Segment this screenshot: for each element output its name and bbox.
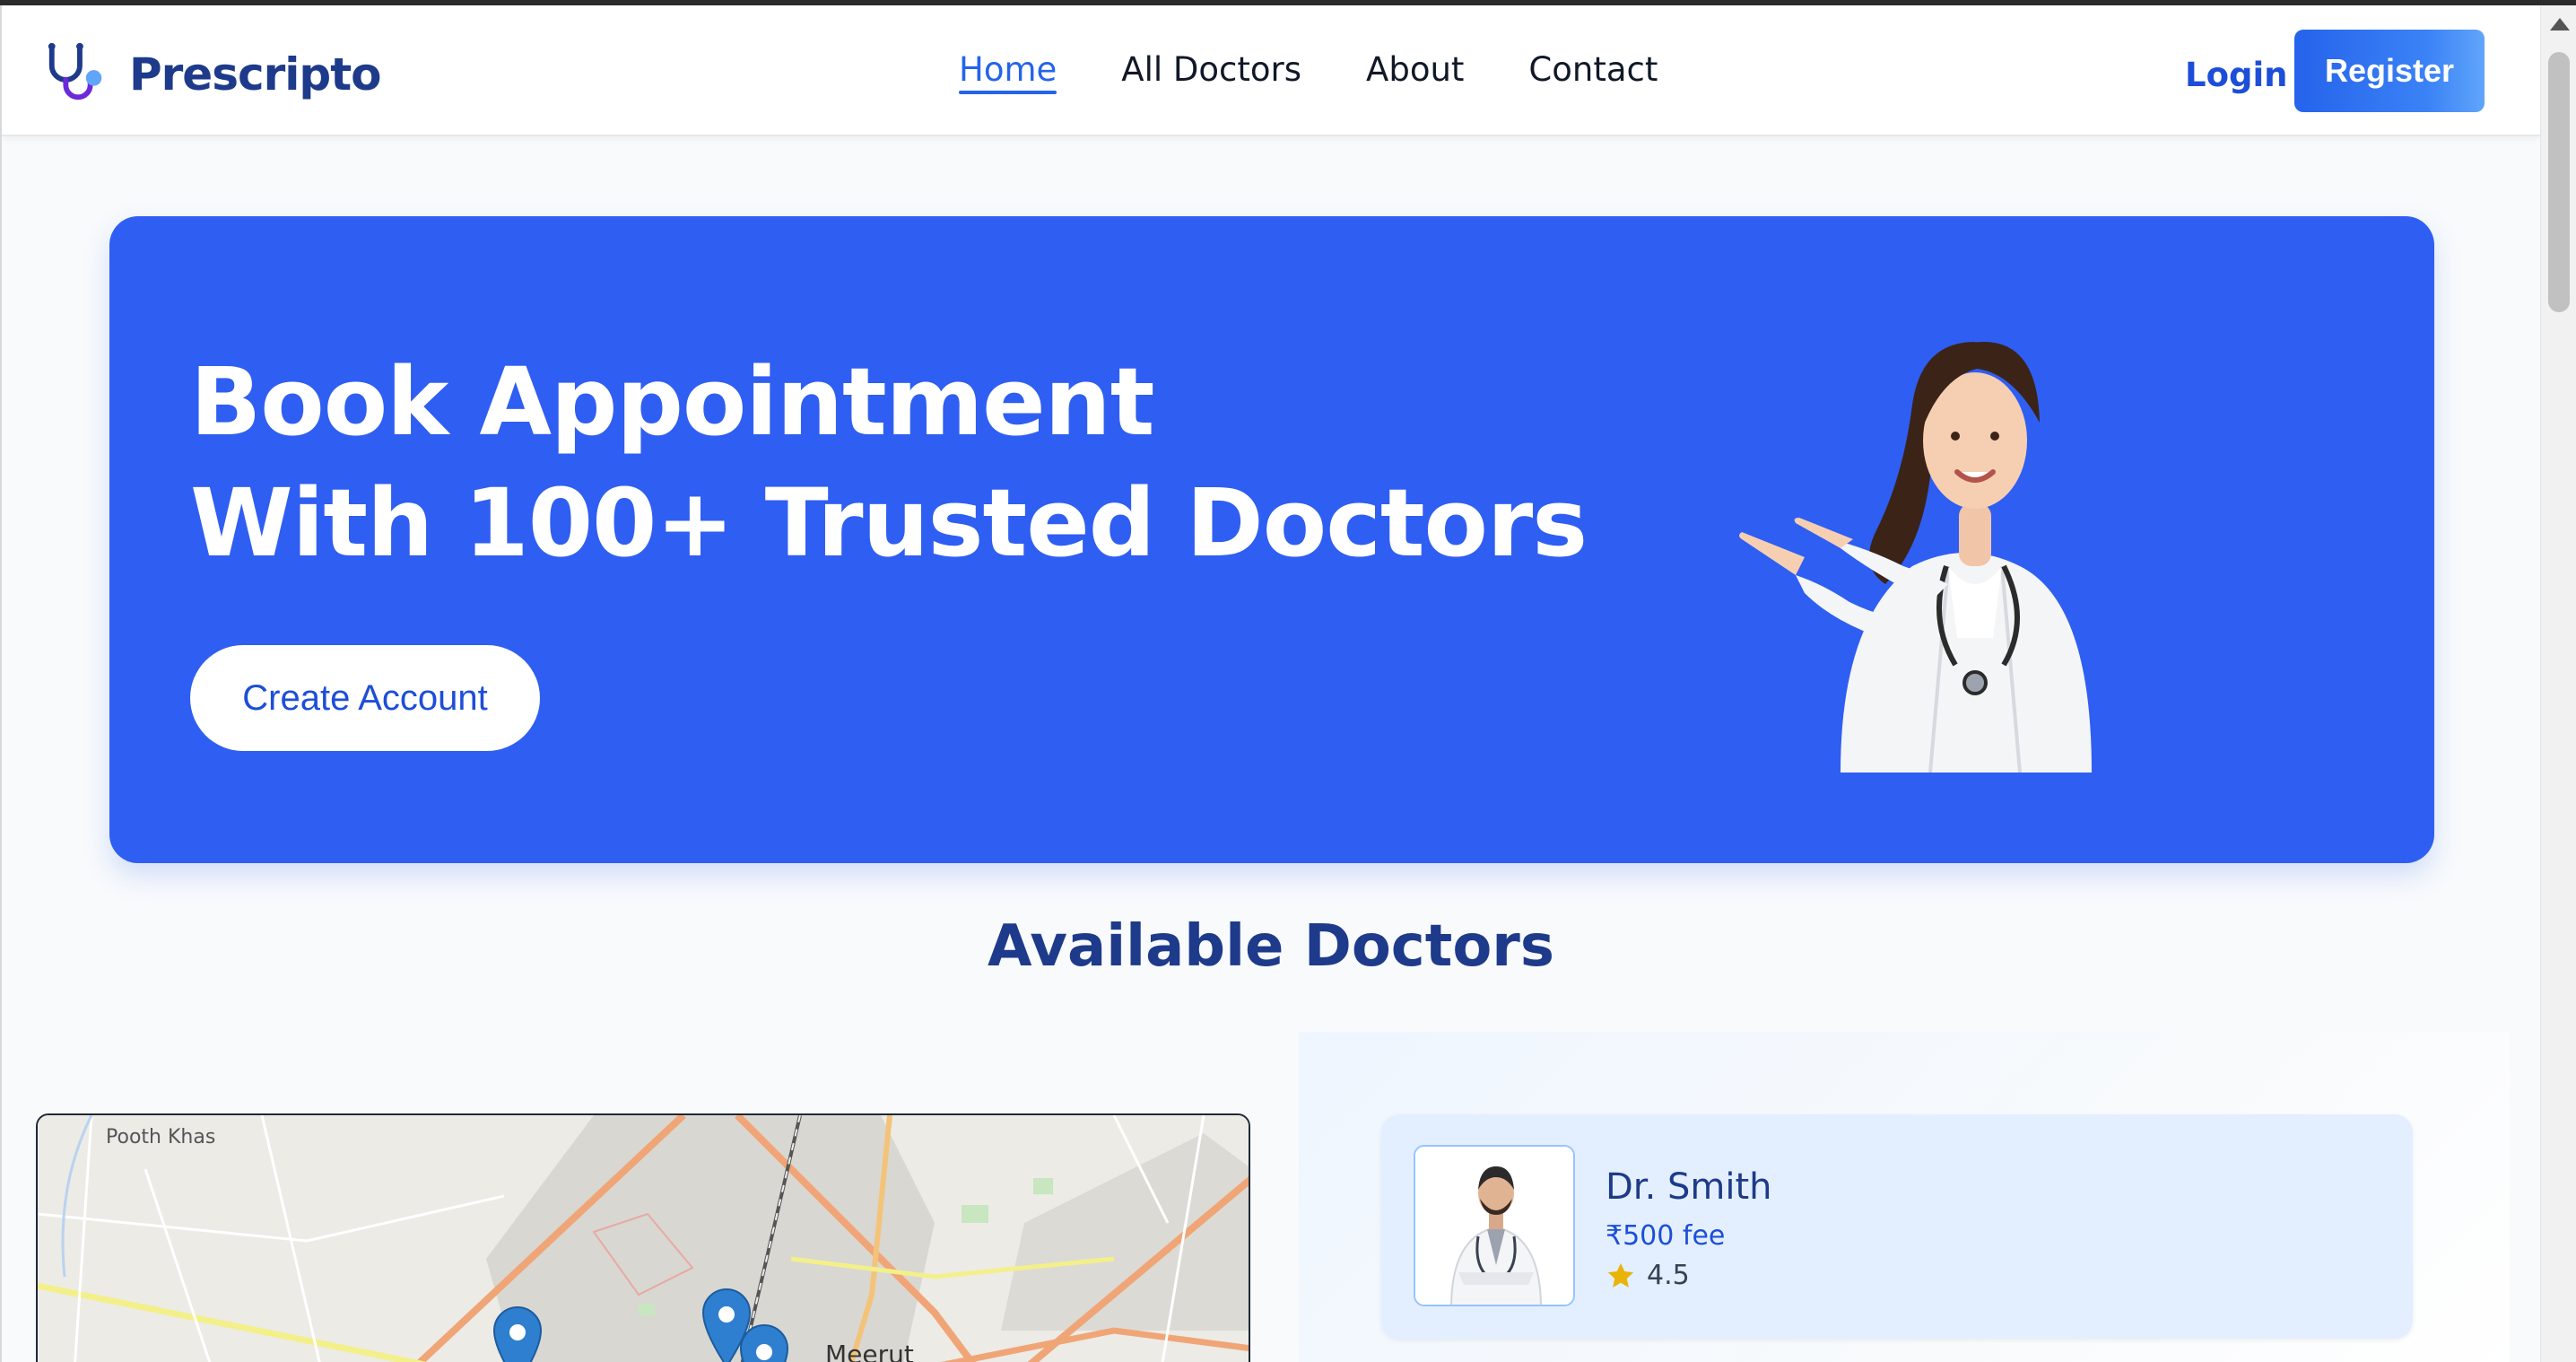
nav-all-doctors[interactable]: All Doctors: [1121, 50, 1301, 89]
brand-name: Prescripto: [129, 48, 381, 100]
doctor-card[interactable]: Dr. Smith ₹500 fee 4.5: [1381, 1114, 2413, 1339]
scroll-up-arrow-icon[interactable]: [2550, 18, 2570, 31]
login-link[interactable]: Login: [2185, 56, 2288, 94]
nav-about[interactable]: About: [1366, 50, 1464, 89]
doctor-fee: ₹500 fee: [1606, 1220, 1726, 1252]
doctor-illustration: [1739, 342, 2092, 773]
map-pin-icon[interactable]: [492, 1306, 543, 1362]
vertical-scrollbar[interactable]: [2540, 5, 2576, 1362]
hero-banner: Book Appointment With 100+ Trusted Docto…: [109, 216, 2434, 863]
hero-title-line-1: Book Appointment: [190, 347, 1154, 457]
available-doctors-heading: Available Doctors: [988, 913, 1554, 980]
stethoscope-icon: [48, 42, 102, 100]
map-pin-icon[interactable]: [739, 1324, 789, 1362]
map-tiles: [38, 1115, 1249, 1362]
hero-title-line-2: With 100+ Trusted Doctors: [190, 468, 1588, 578]
nav-contact[interactable]: Contact: [1528, 50, 1658, 89]
doctor-avatar: [1414, 1145, 1575, 1306]
hero-title: Book Appointment With 100+ Trusted Docto…: [190, 342, 1588, 584]
doctor-rating: 4.5: [1606, 1260, 1690, 1291]
site-header: Prescripto Home All Doctors About Contac…: [2, 5, 2540, 136]
doctor-photo-image: [1415, 1147, 1573, 1305]
doctor-list-panel: Dr. Smith ₹500 fee 4.5: [1299, 1032, 2510, 1362]
brand-logo[interactable]: Prescripto: [43, 39, 381, 109]
map-label-meerut: Meerut: [825, 1340, 914, 1362]
star-icon: [1607, 1262, 1634, 1288]
browser-viewport: Prescripto Home All Doctors About Contac…: [0, 5, 2576, 1362]
doctor-name: Dr. Smith: [1606, 1166, 1772, 1208]
main-nav: Home All Doctors About Contact: [959, 50, 1658, 94]
doctor-rating-value: 4.5: [1647, 1260, 1690, 1291]
doctors-map[interactable]: Pooth Khas Meerut: [36, 1113, 1250, 1362]
register-button[interactable]: Register: [2294, 30, 2485, 112]
nav-home[interactable]: Home: [959, 50, 1057, 94]
scrollbar-thumb[interactable]: [2548, 52, 2570, 312]
map-label-pooth-khas: Pooth Khas: [106, 1126, 216, 1148]
create-account-button[interactable]: Create Account: [190, 645, 540, 751]
